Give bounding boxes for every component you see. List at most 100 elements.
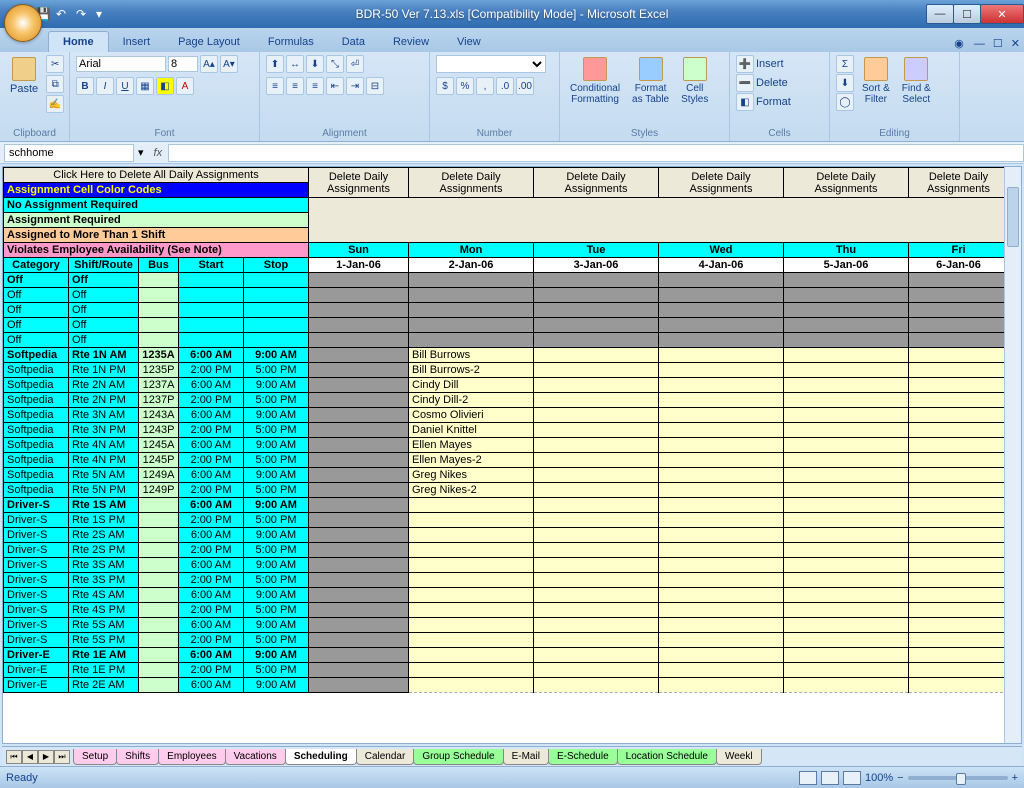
maximize-button[interactable]: ☐ [953, 4, 981, 24]
minimize-ribbon-icon[interactable]: — [970, 36, 989, 52]
cell-bus[interactable] [139, 678, 179, 693]
cell-start[interactable] [179, 273, 244, 288]
cell-sun[interactable] [309, 483, 409, 498]
cell-start[interactable]: 2:00 PM [179, 573, 244, 588]
cell-bus[interactable] [139, 588, 179, 603]
cell-day[interactable] [909, 438, 1009, 453]
cell-category[interactable]: Off [4, 303, 69, 318]
cell-route[interactable]: Rte 5N PM [69, 483, 139, 498]
cell-start[interactable]: 6:00 AM [179, 498, 244, 513]
cell-route[interactable]: Rte 4N PM [69, 453, 139, 468]
cell-stop[interactable]: 5:00 PM [244, 633, 309, 648]
cell-start[interactable]: 2:00 PM [179, 603, 244, 618]
cell-start[interactable] [179, 333, 244, 348]
cell-mon[interactable]: Ellen Mayes-2 [409, 453, 534, 468]
align-center-icon[interactable]: ≡ [286, 77, 304, 95]
cell-stop[interactable] [244, 333, 309, 348]
sheet-tab-e-mail[interactable]: E-Mail [503, 749, 549, 765]
cell-route[interactable]: Rte 1E AM [69, 648, 139, 663]
cell-day[interactable] [909, 333, 1009, 348]
cell-day[interactable] [659, 318, 784, 333]
cell-day[interactable] [784, 678, 909, 693]
cell-day[interactable] [909, 573, 1009, 588]
cell-day[interactable] [784, 498, 909, 513]
cell-day[interactable] [534, 273, 659, 288]
cell-stop[interactable] [244, 318, 309, 333]
comma-icon[interactable]: , [476, 77, 494, 95]
cell-day[interactable] [909, 603, 1009, 618]
cell-category[interactable]: Driver-S [4, 558, 69, 573]
tab-nav-next-icon[interactable]: ▶ [38, 750, 54, 764]
cell-bus[interactable] [139, 513, 179, 528]
cell-route[interactable]: Off [69, 288, 139, 303]
cell-bus[interactable] [139, 663, 179, 678]
cell-stop[interactable]: 5:00 PM [244, 603, 309, 618]
number-format-select[interactable] [436, 55, 546, 73]
tab-data[interactable]: Data [328, 32, 379, 52]
cell-day[interactable] [534, 528, 659, 543]
cell-stop[interactable]: 5:00 PM [244, 453, 309, 468]
cell-mon[interactable]: Daniel Knittel [409, 423, 534, 438]
cell-start[interactable]: 6:00 AM [179, 588, 244, 603]
cell-mon[interactable]: Cosmo Olivieri [409, 408, 534, 423]
cell-sun[interactable] [309, 348, 409, 363]
cut-icon[interactable]: ✂ [46, 55, 64, 73]
cell-category[interactable]: Softpedia [4, 348, 69, 363]
cell-bus[interactable]: 1245A [139, 438, 179, 453]
cell-stop[interactable]: 5:00 PM [244, 573, 309, 588]
cell-sun[interactable] [309, 573, 409, 588]
cell-sun[interactable] [309, 378, 409, 393]
cell-day[interactable] [784, 483, 909, 498]
sheet-tab-location-schedule[interactable]: Location Schedule [617, 749, 717, 765]
cell-day[interactable] [784, 378, 909, 393]
cell-mon[interactable] [409, 528, 534, 543]
cell-day[interactable] [659, 333, 784, 348]
cell-category[interactable]: Softpedia [4, 438, 69, 453]
cell-mon[interactable]: Greg Nikes-2 [409, 483, 534, 498]
cell-stop[interactable]: 5:00 PM [244, 483, 309, 498]
cell-day[interactable] [909, 273, 1009, 288]
cell-stop[interactable]: 9:00 AM [244, 588, 309, 603]
tab-nav-first-icon[interactable]: ⏮ [6, 750, 22, 764]
cell-day[interactable] [659, 528, 784, 543]
clear-icon[interactable]: ◯ [836, 93, 854, 111]
cell-start[interactable]: 6:00 AM [179, 468, 244, 483]
cell-day[interactable] [909, 513, 1009, 528]
cell-day[interactable] [784, 558, 909, 573]
cell-stop[interactable]: 9:00 AM [244, 558, 309, 573]
cell-day[interactable] [909, 363, 1009, 378]
cell-day[interactable] [784, 318, 909, 333]
cell-start[interactable]: 2:00 PM [179, 513, 244, 528]
cell-day[interactable] [909, 618, 1009, 633]
cell-sun[interactable] [309, 558, 409, 573]
cell-stop[interactable]: 5:00 PM [244, 393, 309, 408]
cell-day[interactable] [784, 663, 909, 678]
cell-mon[interactable] [409, 633, 534, 648]
cell-day[interactable] [659, 513, 784, 528]
conditional-formatting-button[interactable]: Conditional Formatting [566, 55, 624, 107]
cell-day[interactable] [534, 438, 659, 453]
cell-sun[interactable] [309, 603, 409, 618]
sheet-tab-vacations[interactable]: Vacations [225, 749, 286, 765]
tab-page-layout[interactable]: Page Layout [164, 32, 254, 52]
cell-day[interactable] [534, 453, 659, 468]
cell-stop[interactable] [244, 273, 309, 288]
border-button[interactable]: ▦ [136, 77, 154, 95]
decrease-decimal-icon[interactable]: .00 [516, 77, 534, 95]
cell-start[interactable]: 2:00 PM [179, 663, 244, 678]
cell-bus[interactable] [139, 633, 179, 648]
cell-day[interactable] [659, 438, 784, 453]
cell-mon[interactable] [409, 288, 534, 303]
cell-category[interactable]: Driver-S [4, 543, 69, 558]
orientation-icon[interactable]: ⤡ [326, 55, 344, 73]
cell-route[interactable]: Off [69, 333, 139, 348]
cell-day[interactable] [659, 603, 784, 618]
tab-review[interactable]: Review [379, 32, 443, 52]
cell-mon[interactable] [409, 318, 534, 333]
font-name-input[interactable] [76, 56, 166, 72]
cell-bus[interactable]: 1243A [139, 408, 179, 423]
format-painter-icon[interactable]: ✍ [46, 95, 64, 113]
currency-icon[interactable]: $ [436, 77, 454, 95]
cell-category[interactable]: Softpedia [4, 453, 69, 468]
cell-stop[interactable]: 5:00 PM [244, 543, 309, 558]
